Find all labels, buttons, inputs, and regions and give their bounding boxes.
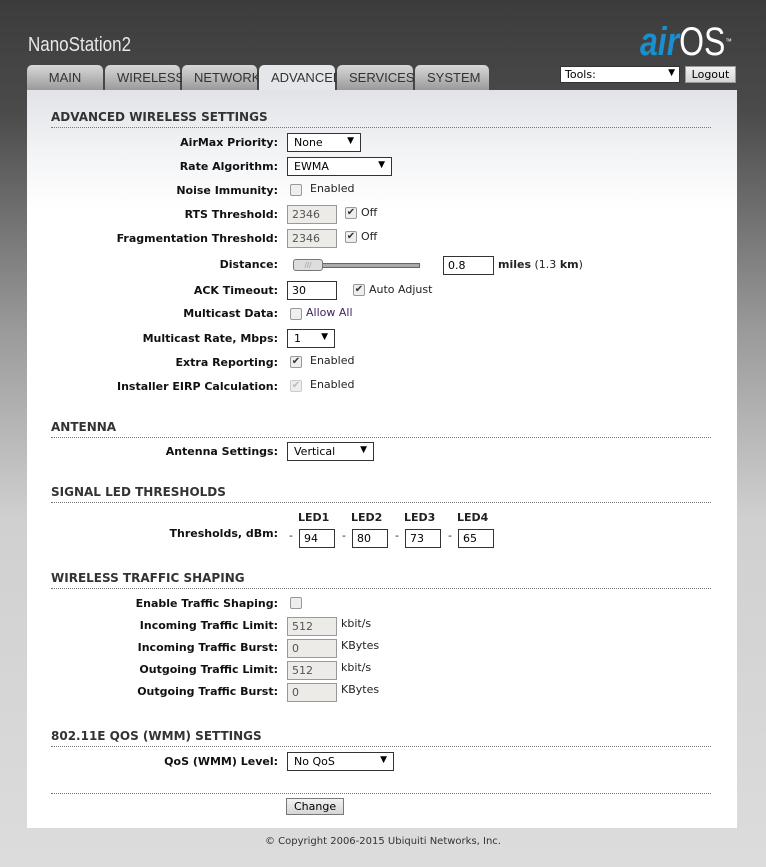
enable-shaping-label: Enable Traffic Shaping:: [135, 597, 278, 610]
led3-dash: -: [395, 529, 399, 542]
frag-off-checkbox[interactable]: ✔: [345, 231, 357, 243]
noise-immunity-checkbox[interactable]: [290, 184, 302, 196]
chevron-down-icon: ▼: [347, 136, 354, 146]
distance-label: Distance:: [219, 258, 278, 271]
change-button[interactable]: Change: [286, 798, 345, 815]
in-burst-input[interactable]: 0: [287, 639, 337, 658]
chevron-down-icon: ▼: [380, 755, 387, 765]
tab-services[interactable]: SERVICES: [337, 65, 415, 90]
antenna-select[interactable]: Vertical ▼: [287, 442, 374, 461]
extra-reporting-checkbox[interactable]: ✔: [290, 356, 302, 368]
device-name: NanoStation2: [28, 34, 132, 56]
rate-algorithm-select[interactable]: EWMA ▼: [287, 157, 392, 176]
ack-label: ACK Timeout:: [193, 284, 278, 297]
eirp-label: Installer EIRP Calculation:: [116, 380, 278, 393]
divider: [51, 793, 711, 794]
mrate-label: Multicast Rate, Mbps:: [142, 332, 278, 345]
logout-button[interactable]: Logout: [685, 66, 736, 83]
extra-enabled-text: Enabled: [310, 354, 355, 367]
tab-network[interactable]: NETWORK: [182, 65, 260, 90]
eirp-checkbox: ✔: [290, 380, 302, 392]
main-tabs: MAIN WIRELESS NETWORK ADVANCED SERVICES …: [27, 65, 489, 90]
multicast-allow-checkbox[interactable]: [290, 308, 302, 320]
frag-off-text: Off: [361, 230, 378, 243]
section-antenna-title: ANTENNA: [51, 420, 711, 438]
in-limit-unit: kbit/s: [341, 617, 372, 630]
led4-dash: -: [448, 529, 452, 542]
enable-shaping-checkbox[interactable]: [290, 597, 302, 609]
qos-select[interactable]: No QoS ▼: [287, 752, 394, 771]
copyright-footer: © Copyright 2006-2015 Ubiquiti Networks,…: [265, 836, 501, 847]
tab-advanced[interactable]: ADVANCED: [259, 65, 342, 90]
mcast-label: Multicast Data:: [183, 307, 278, 320]
tab-wireless[interactable]: WIRELESS: [105, 65, 184, 90]
rts-off-text: Off: [361, 206, 378, 219]
qos-label: QoS (WMM) Level:: [164, 755, 278, 768]
tab-main[interactable]: MAIN: [27, 65, 103, 90]
led3-input[interactable]: 73: [405, 529, 441, 548]
distance-slider-track[interactable]: [320, 263, 420, 268]
antenna-label: Antenna Settings:: [165, 445, 278, 458]
led1-dash: -: [289, 529, 293, 542]
in-burst-unit: KBytes: [341, 639, 380, 652]
out-burst-input[interactable]: 0: [287, 683, 337, 702]
section-qos-title: 802.11E QOS (WMM) SETTINGS: [51, 729, 711, 747]
section-advanced-title: ADVANCED WIRELESS SETTINGS: [51, 110, 711, 128]
distance-input[interactable]: 0.8: [443, 256, 494, 275]
led1-label: LED1: [298, 511, 330, 524]
led2-input[interactable]: 80: [352, 529, 388, 548]
section-led-title: SIGNAL LED THRESHOLDS: [51, 485, 711, 503]
led4-input[interactable]: 65: [458, 529, 494, 548]
chevron-down-icon: ▼: [378, 160, 385, 170]
chevron-down-icon: ▼: [321, 332, 328, 342]
rts-input[interactable]: 2346: [287, 205, 337, 224]
frag-label: Fragmentation Threshold:: [116, 232, 278, 245]
rate-label: Rate Algorithm:: [179, 160, 278, 173]
ack-timeout-input[interactable]: 30: [287, 281, 337, 300]
noise-label: Noise Immunity:: [176, 184, 278, 197]
chevron-down-icon: ▼: [360, 445, 367, 455]
extra-label: Extra Reporting:: [175, 356, 278, 369]
tab-system[interactable]: SYSTEM: [415, 65, 489, 90]
section-shaping-title: WIRELESS TRAFFIC SHAPING: [51, 571, 711, 589]
chevron-down-icon: ▼: [668, 68, 675, 78]
noise-enabled-text: Enabled: [310, 182, 355, 195]
led2-label: LED2: [351, 511, 383, 524]
out-limit-input[interactable]: 512: [287, 661, 337, 680]
led4-label: LED4: [457, 511, 489, 524]
out-limit-label: Outgoing Traffic Limit:: [139, 663, 278, 676]
tools-select[interactable]: Tools: ▼: [560, 66, 680, 83]
out-burst-label: Outgoing Traffic Burst:: [137, 685, 278, 698]
led2-dash: -: [342, 529, 346, 542]
airos-logo: airOS™: [640, 20, 732, 64]
multicast-rate-select[interactable]: 1 ▼: [287, 329, 335, 348]
in-burst-label: Incoming Traffic Burst:: [137, 641, 278, 654]
led1-input[interactable]: 94: [299, 529, 335, 548]
led3-label: LED3: [404, 511, 436, 524]
distance-slider-handle[interactable]: ///: [293, 259, 323, 271]
rts-off-checkbox[interactable]: ✔: [345, 207, 357, 219]
allow-all-text: Allow All: [306, 306, 353, 319]
frag-input[interactable]: 2346: [287, 229, 337, 248]
thresholds-label: Thresholds, dBm:: [169, 527, 278, 540]
in-limit-input[interactable]: 512: [287, 617, 337, 636]
auto-adjust-text: Auto Adjust: [369, 283, 433, 296]
out-burst-unit: KBytes: [341, 683, 380, 696]
airmax-label: AirMax Priority:: [180, 136, 278, 149]
auto-adjust-checkbox[interactable]: ✔: [353, 284, 365, 296]
content-panel: [27, 90, 737, 828]
eirp-enabled-text: Enabled: [310, 378, 355, 391]
rts-label: RTS Threshold:: [184, 208, 278, 221]
airmax-select[interactable]: None ▼: [287, 133, 361, 152]
in-limit-label: Incoming Traffic Limit:: [139, 619, 278, 632]
distance-unit-text: miles (1.3 km): [498, 258, 583, 271]
out-limit-unit: kbit/s: [341, 661, 372, 674]
